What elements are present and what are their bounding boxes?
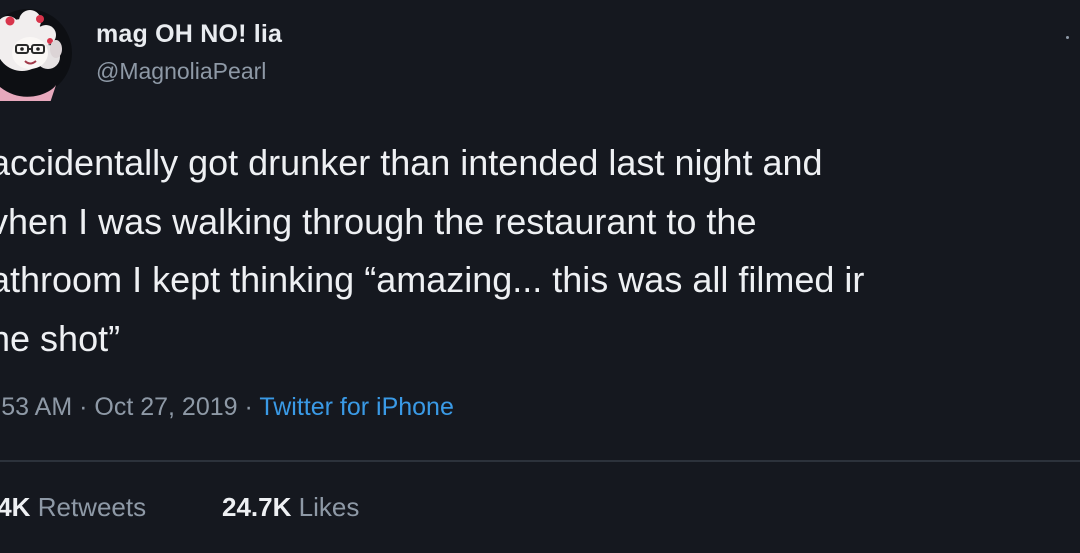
tweet-card: mag OH NO! lia @MagnoliaPearl accidental… [0,0,1080,553]
likes-count: 24.7K [222,492,292,522]
divider [0,460,1080,462]
tweet-text-line: ne shot” [0,317,121,359]
retweets-label: Retweets [37,492,147,522]
tweet-stats: .4K Retweets 24.7K Likes [0,492,359,523]
likes-label: Likes [298,492,360,522]
avatar[interactable] [0,5,72,101]
meta-separator: · [79,393,88,421]
likes-stat[interactable]: 24.7K Likes [222,492,359,523]
tweet-text: accidentally got drunker than intended l… [0,134,1080,368]
retweets-count: .4K [0,492,31,522]
tweet-meta: ):53 AM · Oct 27, 2019 · Twitter for iPh… [0,393,454,422]
retweets-stat[interactable]: .4K Retweets [0,492,146,522]
tweet-date[interactable]: Oct 27, 2019 [94,393,237,421]
user-handle[interactable]: @MagnoliaPearl [96,58,266,85]
cartoon-sheep-avatar-icon [0,9,72,101]
tweet-time[interactable]: ):53 AM [0,393,72,421]
tweet-text-line: accidentally got drunker than intended l… [0,142,823,183]
more-options-icon[interactable] [1066,36,1069,39]
tweet-source-link[interactable]: Twitter for iPhone [259,393,454,421]
tweet-text-line: athroom I kept thinking “amazing... this… [0,259,865,300]
tweet-text-line: vhen I was walking through the restauran… [0,200,757,242]
display-name[interactable]: mag OH NO! lia [96,20,282,49]
meta-separator: · [244,393,253,421]
